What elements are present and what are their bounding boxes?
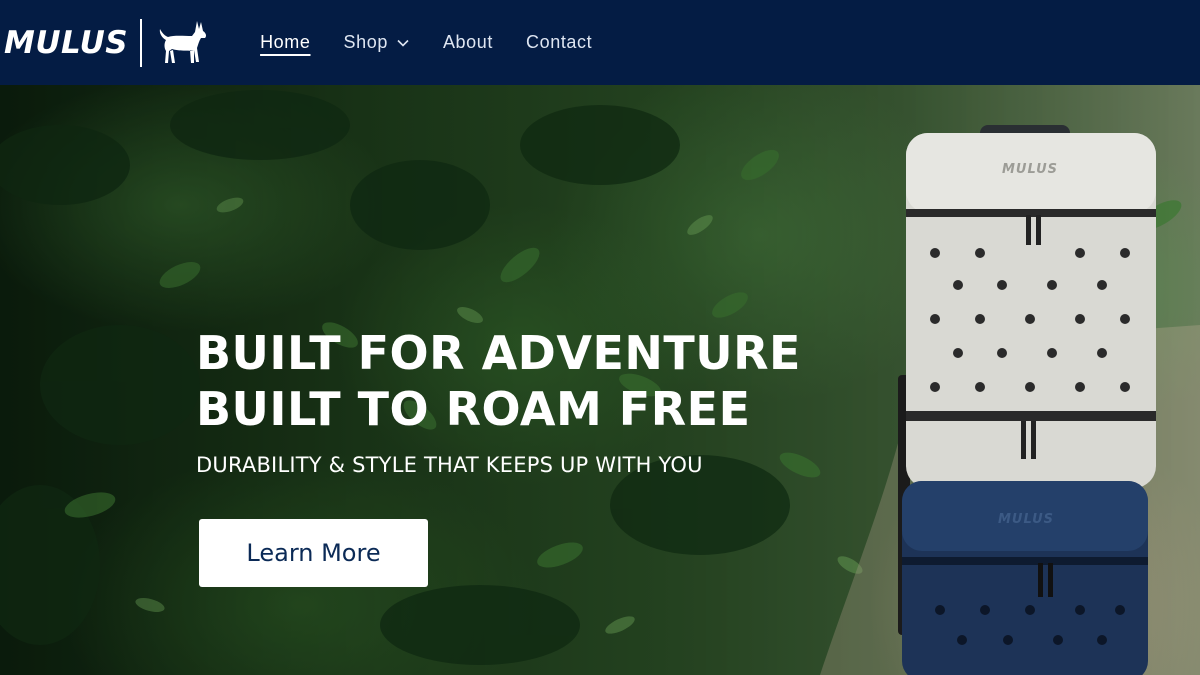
site-header: MULUS Home Shop About Contact: [0, 0, 1200, 85]
headline-line-1: BUILT FOR ADVENTURE: [196, 326, 801, 380]
headline-line-2: BUILT TO ROAM FREE: [196, 382, 751, 436]
hero-subheadline: DURABILITY & STYLE THAT KEEPS UP WITH YO…: [196, 453, 703, 477]
product-brand-mark-top: MULUS: [1002, 162, 1058, 177]
chevron-down-icon: [397, 39, 409, 47]
logo-divider: [140, 18, 143, 67]
nav-home[interactable]: Home: [260, 32, 310, 53]
hero-headline: BUILT FOR ADVENTURE BUILT TO ROAM FREE: [196, 325, 876, 437]
nav-shop-label: Shop: [343, 32, 388, 52]
nav-about-label: About: [442, 32, 493, 52]
brand-wordmark: MULUS: [4, 24, 129, 61]
brand-logo[interactable]: MULUS: [4, 0, 210, 85]
main-nav: Home Shop About Contact: [260, 0, 625, 85]
product-brand-mark-bottom: MULUS: [998, 512, 1054, 527]
nav-contact-label: Contact: [526, 32, 593, 52]
nav-home-label: Home: [260, 32, 311, 52]
product-image-backpacks: MULUS MULUS: [898, 125, 1156, 675]
hero-copy: BUILT FOR ADVENTURE BUILT TO ROAM FREE D…: [196, 325, 876, 477]
learn-more-button[interactable]: Learn More: [199, 519, 428, 587]
nav-shop[interactable]: Shop: [344, 32, 410, 53]
hero-banner: BUILT FOR ADVENTURE BUILT TO ROAM FREE D…: [0, 85, 1200, 675]
nav-about[interactable]: About: [443, 32, 493, 53]
nav-contact[interactable]: Contact: [526, 32, 592, 53]
donkey-icon: [159, 20, 207, 63]
